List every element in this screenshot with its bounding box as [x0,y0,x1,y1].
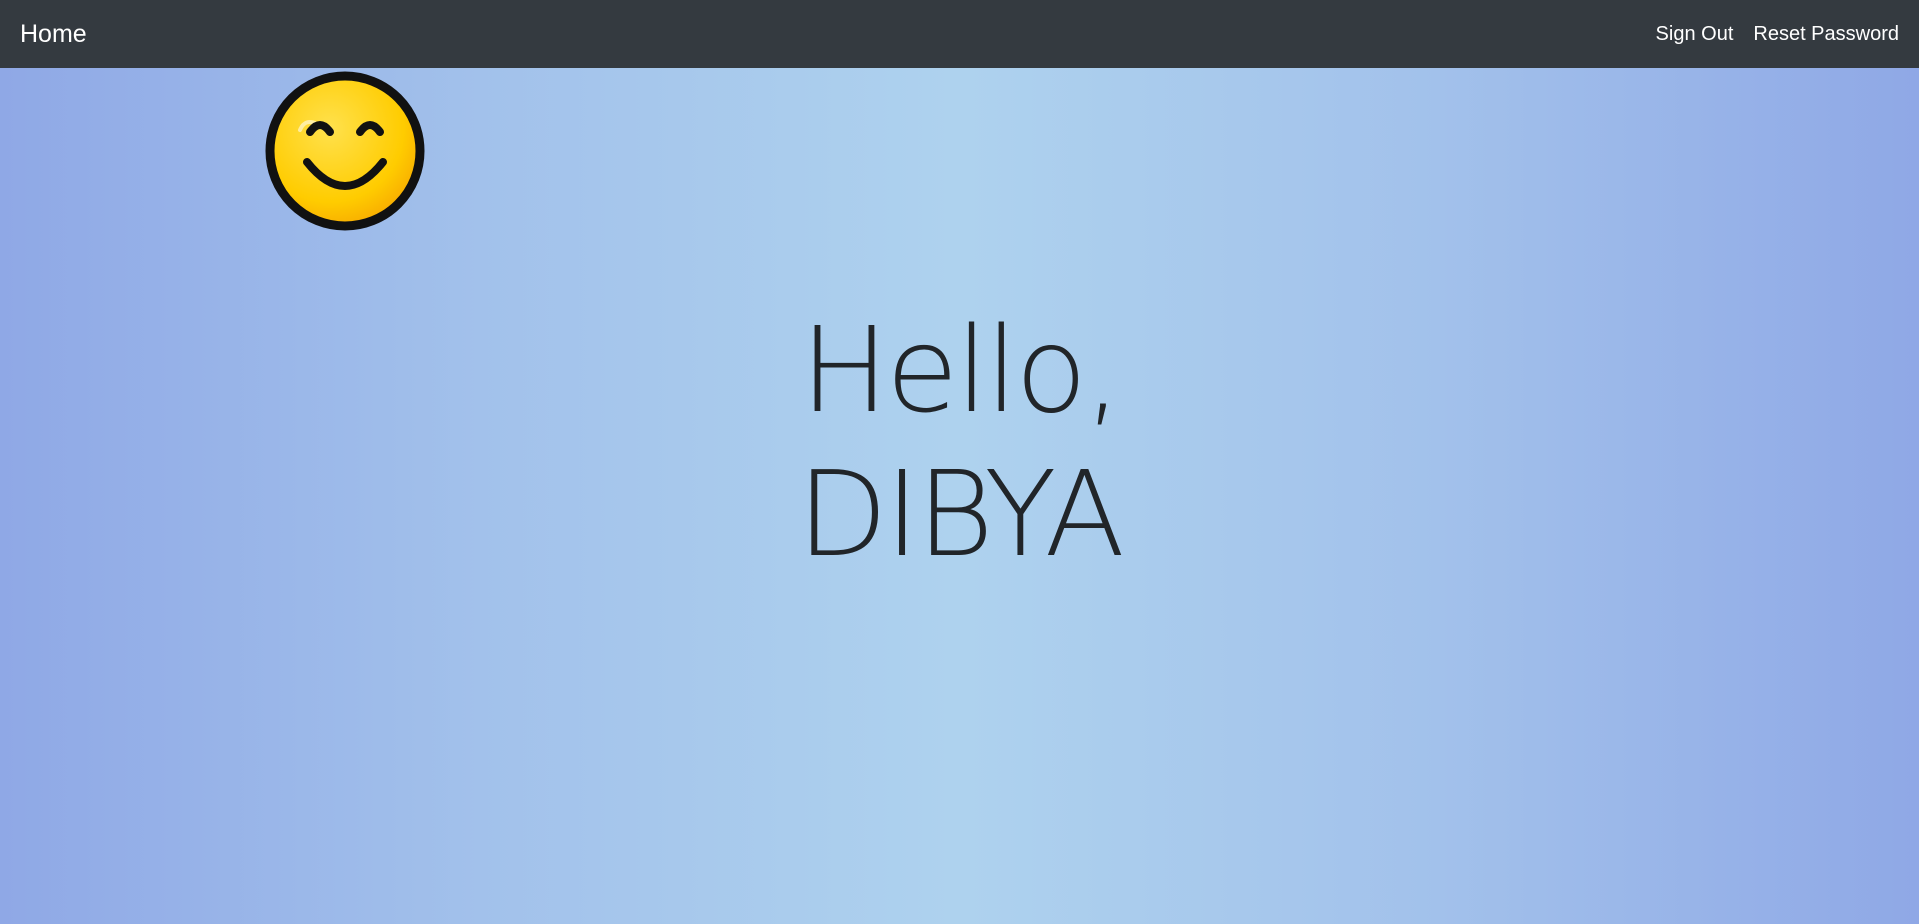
home-link[interactable]: Home [20,20,87,49]
sign-out-link[interactable]: Sign Out [1656,23,1734,46]
smiling-face-icon [265,71,425,231]
reset-password-link[interactable]: Reset Password [1753,23,1899,46]
nav-links: Sign Out Reset Password [1656,23,1899,46]
greeting-hello: Hello, [800,301,1122,439]
top-navbar: Home Sign Out Reset Password [0,0,1919,68]
greeting-heading: Hello, DIBYA [0,298,1919,586]
greeting-name: DIBYA [796,445,1125,583]
main-content: Hello, DIBYA [0,68,1919,924]
